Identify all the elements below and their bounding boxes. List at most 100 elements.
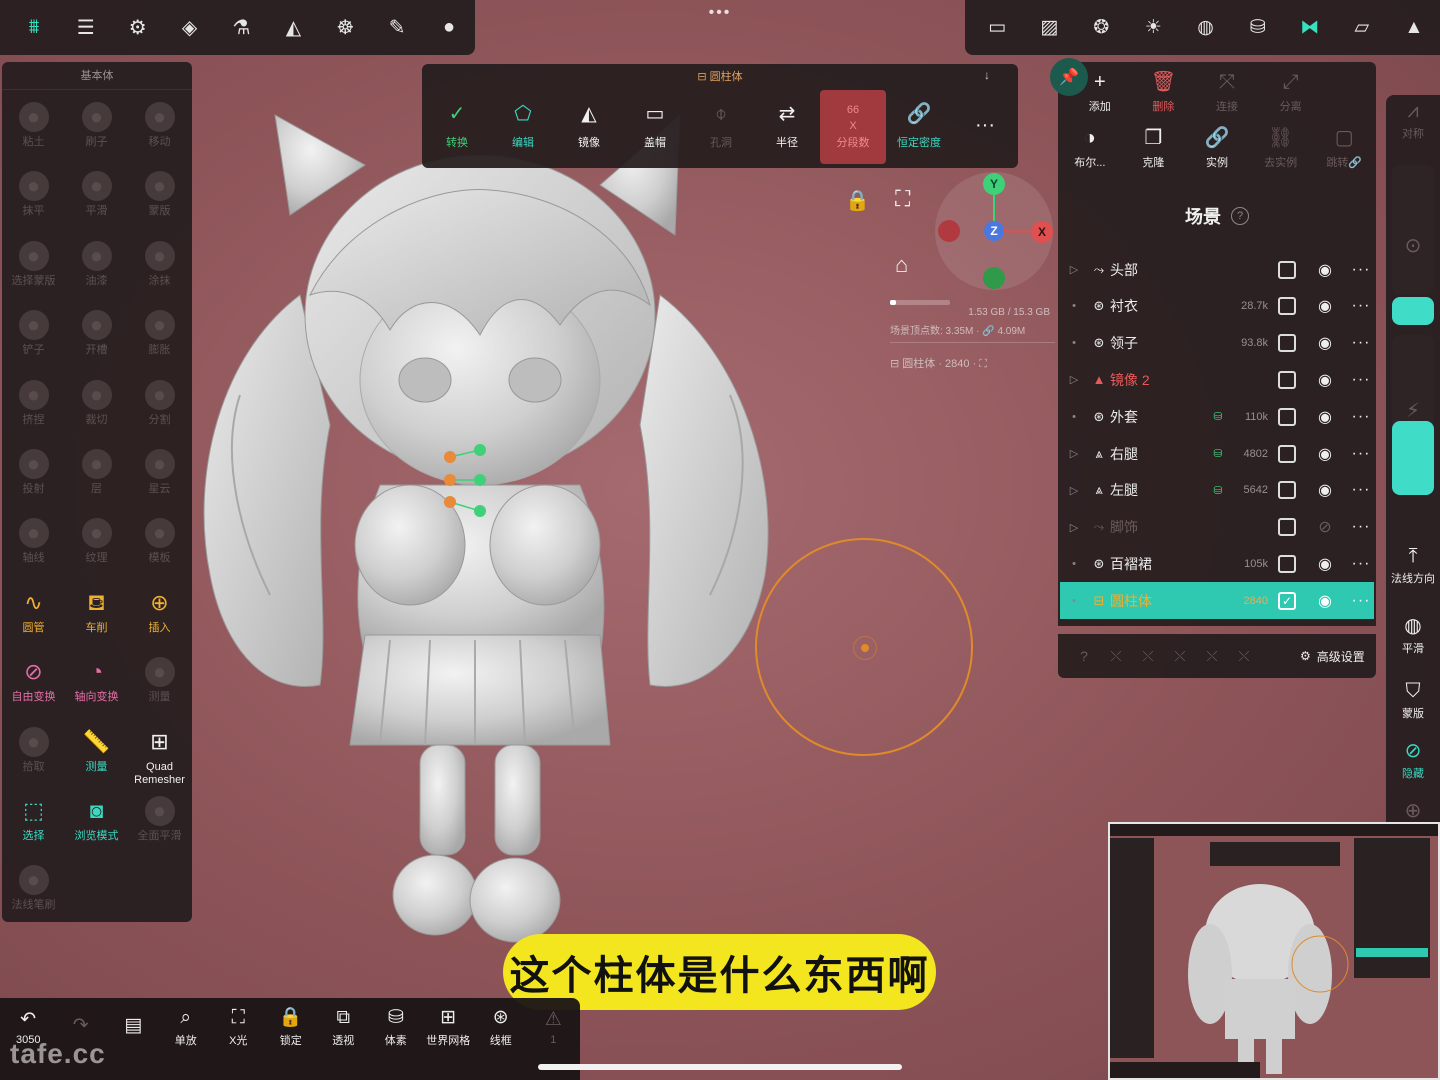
axis-gizmo[interactable]: Y Z X [935,172,1053,290]
tool-select[interactable]: ⬚ 选择 [2,790,65,859]
tool-ruler[interactable]: 📏 测量 [65,721,128,790]
scene-item-name[interactable]: 领子 [1110,333,1210,353]
select-checkbox[interactable] [1278,297,1296,316]
pin-icon[interactable]: 📌 [1050,58,1088,96]
home-indicator[interactable] [538,1064,902,1070]
tool-flatten[interactable]: ● 抹平 [2,165,65,234]
upload-button[interactable]: ⤒ 法线方向 [1386,546,1440,586]
document-button[interactable]: ▤ [107,998,160,1058]
op-c-icon[interactable]: ⤬ [1164,648,1196,665]
tool-free-transform[interactable]: ⊘ 自由变换 [2,651,65,720]
more-icon[interactable]: ··· [1350,261,1372,279]
scene-item-name[interactable]: 衬衣 [1110,296,1210,316]
select-checkbox[interactable] [1278,554,1296,573]
wireframe-button[interactable]: ⊛ 线框 [475,998,528,1058]
cylinder-tool-radius[interactable]: ⇄ 半径 [754,90,820,164]
tool-crop[interactable]: ● 裁切 [65,374,128,443]
expand-icon[interactable]: • [1060,411,1088,423]
cylinder-tool-segments[interactable]: 66 X 分段数 [820,90,886,164]
select-checkbox[interactable] [1278,407,1296,426]
tool-paint[interactable]: ● 油漆 [65,235,128,304]
axis-gizmo-button[interactable]: ⊕ [1386,801,1440,821]
uninstance-button[interactable]: ⛓ 去实例 [1249,122,1313,176]
scene-item-name[interactable]: 右腿 [1110,444,1210,464]
xray-button[interactable]: ⛶ X光 [212,998,265,1058]
scene-row[interactable]: • ⊛ 领子 93.8k ◉ ··· [1060,325,1374,362]
expand-icon[interactable]: • [1060,337,1088,349]
op-e-icon[interactable]: ⤬ [1228,648,1260,665]
more-icon[interactable]: ··· [1350,334,1372,352]
symmetry-icon[interactable]: ◭ [267,0,319,55]
pen-icon[interactable]: ✎ [371,0,423,55]
cylinder-tool-cap[interactable]: ▭ 盖帽 [622,90,688,164]
scene-item-name[interactable]: 圆柱体 [1110,591,1210,611]
tool-groove[interactable]: ● 开槽 [65,304,128,373]
more-icon[interactable]: ··· [1350,445,1372,463]
eye-icon[interactable]: ◉ [1314,480,1336,500]
tool-pinch[interactable]: ● 挤捏 [2,374,65,443]
tool-project[interactable]: ● 投射 [2,443,65,512]
stacked-layers-icon[interactable]: ◈ [164,0,216,55]
search-button[interactable]: ⌕ 单放 [160,998,213,1058]
select-checkbox[interactable] [1278,370,1296,389]
world-grid-button[interactable]: ⊞ 世界网格 [422,998,475,1058]
character-model[interactable] [180,95,820,955]
cylinder-tool-hole[interactable]: ⌽ 孔洞 [688,90,754,164]
folder-icon[interactable]: ▱ [1336,0,1388,55]
scene-row[interactable]: ▷ ⩓ 左腿 ⛁ 5642 ◉ ··· [1060,472,1374,509]
boolean-button[interactable]: ◑ 布尔... [1058,122,1122,176]
mask-shield-button[interactable]: ⛉ 蒙版 [1386,681,1440,721]
tool-select-mask[interactable]: ● 选择蒙版 [2,235,65,304]
more-icon[interactable]: ··· [1350,555,1372,573]
hide-button[interactable]: ⊘ 隐藏 [1386,741,1440,781]
nomad-logo-icon[interactable]: ▲ [1388,0,1440,55]
eye-off-icon[interactable]: ⊘ [1314,517,1336,537]
scene-item-name[interactable]: 镜像 2 [1110,370,1210,390]
more-icon[interactable]: ··· [1350,592,1372,610]
tool-lathe[interactable]: ⛾ 车削 [65,582,128,651]
lock-camera-icon[interactable]: 🔒 [845,188,870,213]
tool-brush[interactable]: ● 刷子 [65,96,128,165]
tool-axis[interactable]: ● 轴线 [2,512,65,581]
scene-row[interactable]: ▷ ⤳ 脚饰 ⊘ ··· [1060,509,1374,546]
radius-slider[interactable] [1392,165,1434,325]
op-a-icon[interactable]: ⤬ [1100,648,1132,665]
expand-icon[interactable]: • [1060,300,1088,312]
select-checkbox[interactable] [1278,444,1296,463]
expand-icon[interactable]: ▷ [1060,373,1088,386]
eye-icon[interactable]: ◉ [1314,554,1336,574]
eye-icon[interactable]: ◉ [1314,407,1336,427]
eye-icon[interactable]: ◉ [1314,370,1336,390]
scene-graph-icon[interactable]: ⧓ [1284,0,1336,55]
more-icon[interactable]: ··· [1350,481,1372,499]
tool-tube-curve[interactable]: ∿ 圆管 [2,582,65,651]
expand-icon[interactable]: • [1060,595,1088,607]
eye-icon[interactable]: ◉ [1314,260,1336,280]
symmetry-side-button[interactable]: ⩘ 对称 [1386,101,1440,141]
instance-link-button[interactable]: 🔗 实例 [1185,122,1249,176]
more-icon[interactable]: ··· [1350,371,1372,389]
op-b-icon[interactable]: ⤬ [1132,648,1164,665]
cylinder-db-icon[interactable]: ⛁ [1232,0,1284,55]
scene-item-name[interactable]: 左腿 [1110,480,1210,500]
tool-clay[interactable]: ● 粘土 [2,96,65,165]
help-icon[interactable]: ? [1231,207,1249,225]
select-checkbox[interactable]: ✓ [1278,591,1296,610]
expand-icon[interactable]: ▷ [1060,484,1088,497]
tool-camera-view[interactable]: ◙ 浏览模式 [65,790,128,859]
eye-icon[interactable]: ◉ [1314,333,1336,353]
lock-button[interactable]: 🔒 锁定 [265,998,318,1058]
gear-icon[interactable]: ⚙ [112,0,164,55]
voxel-button[interactable]: ⛁ 体素 [370,998,423,1058]
fullscreen-icon[interactable]: ⛶ [895,186,910,212]
scene-row[interactable]: • ⊛ 外套 ⛁ 110k ◉ ··· [1060,398,1374,435]
clone-button[interactable]: ❐ 克隆 [1122,122,1186,176]
scene-row[interactable]: ▷ ⤳ 头部 ◉ ··· [1060,251,1374,288]
cylinder-tool-edit-shape[interactable]: ⬠ 编辑 [490,90,556,164]
expand-icon[interactable]: ▷ [1060,521,1088,534]
op-d-icon[interactable]: ⤬ [1196,648,1228,665]
scene-item-name[interactable]: 头部 [1110,260,1210,280]
tool-axis-transform[interactable]: ◔ 轴向变换 [65,651,128,720]
cylinder-tool-link[interactable]: 🔗 恒定密度 [886,90,952,164]
scene-row[interactable]: ▷ ▲ 镜像 2 ◉ ··· [1060,361,1374,398]
